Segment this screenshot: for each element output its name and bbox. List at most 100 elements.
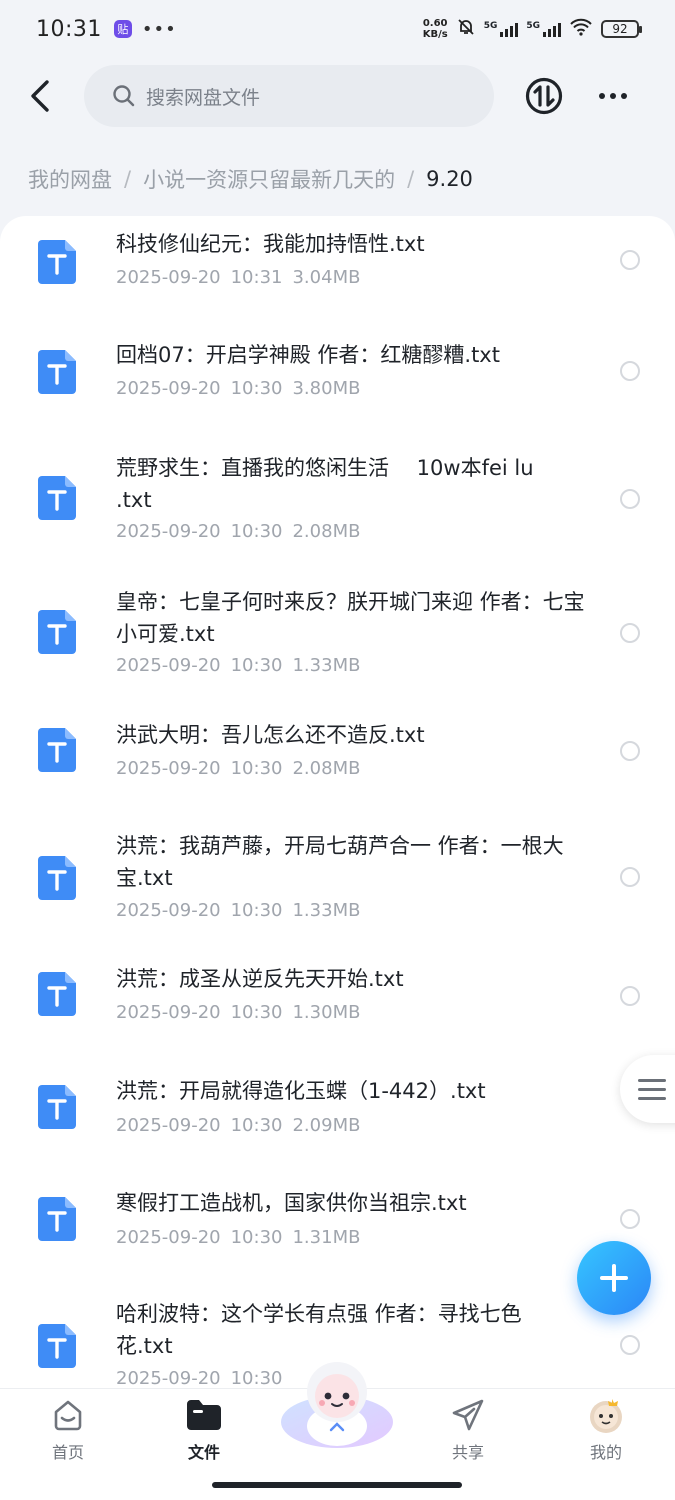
file-date: 2025-09-20 [116,378,221,399]
file-name: 荒野求生：直播我的悠闲生活 10w本fei lu .txt [116,456,534,512]
file-item[interactable]: 洪荒：我葫芦藤，开局七葫芦合一 作者：一根大宝.txt 2025-09-20 10… [0,812,675,958]
file-size: 1.33MB [292,900,361,921]
file-date: 2025-09-20 [116,1002,221,1023]
dot [599,93,605,99]
menu-line [638,1096,666,1100]
file-item[interactable]: 洪荒：开局就得造化玉蝶（1-442）.txt 2025-09-20 10:30 2.… [0,1064,675,1176]
signal-1-label: 5G [483,21,498,31]
plus-icon [600,1264,628,1292]
file-date: 2025-09-20 [116,758,221,779]
breadcrumb-item-folder[interactable]: 小说一资源只留最新几天的 [143,164,395,194]
search-input[interactable]: 搜索网盘文件 [84,65,494,127]
notification-app-icon: 贴 [113,20,132,38]
file-list: 科技修仙纪元：我能加持悟性.txt 2025-09-20 10:31 3.04MB … [0,216,675,1388]
signal-2-icon: 5G [526,21,561,37]
nav-share-label: 共享 [451,1443,484,1462]
file-meta: 2025-09-20 10:30 2.08MB [116,521,370,542]
file-item[interactable]: 洪荒：成圣从逆反先天开始.txt 2025-09-20 10:30 1.30MB [0,958,675,1064]
file-meta: 2025-09-20 10:30 1.33MB [116,900,370,921]
file-size: 2.08MB [292,758,361,779]
file-time: 10:30 [230,758,283,779]
folder-icon [184,1395,224,1435]
select-radio[interactable] [620,1335,640,1355]
transfer-list-button[interactable] [524,76,564,116]
file-time: 10:30 [230,1115,283,1136]
file-time: 10:30 [230,521,283,542]
file-meta: 2025-09-20 10:30 2.09MB [116,1115,370,1136]
txt-file-icon [38,856,76,900]
file-size: 3.80MB [292,378,361,399]
back-arrow-icon [31,80,49,112]
txt-file-icon [38,1197,76,1241]
txt-file-icon [38,972,76,1016]
nav-home-label: 首页 [51,1443,84,1462]
file-time: 10:30 [230,900,283,921]
network-speed: 0.60 KB/s [423,18,448,40]
nav-files-label: 文件 [187,1443,220,1462]
menu-line [638,1087,666,1091]
file-time: 10:30 [230,1002,283,1023]
file-size: 1.31MB [292,1227,361,1248]
file-name: 寒假打工造战机，国家供你当祖宗.txt [116,1191,467,1215]
mute-bell-icon [456,17,476,41]
file-size: 1.33MB [292,655,361,676]
nav-files[interactable]: 文件 [154,1389,254,1469]
send-icon [448,1395,488,1435]
status-time: 10:31 [36,16,102,42]
file-item[interactable]: 洪武大明：吾儿怎么还不造反.txt 2025-09-20 10:30 2.08MB [0,704,675,812]
file-size: 2.09MB [292,1115,361,1136]
select-radio[interactable] [620,250,640,270]
file-item[interactable]: 荒野求生：直播我的悠闲生活 10w本fei lu .txt 2025-09-20… [0,438,675,572]
signal-2-label: 5G [526,21,540,31]
file-size: 1.30MB [292,1002,361,1023]
file-time: 10:30 [230,655,283,676]
file-item[interactable]: 皇帝：七皇子何时来反？朕开城门来迎 作者：七宝小可爱.txt 2025-09-2… [0,572,675,704]
upload-download-icon [525,77,563,115]
file-name: 洪荒：成圣从逆反先天开始.txt [116,967,404,991]
select-radio[interactable] [620,361,640,381]
file-name: 皇帝：七皇子何时来反？朕开城门来迎 作者：七宝小可爱.txt [116,590,585,646]
nav-mine[interactable]: 我的 [556,1389,656,1469]
back-button[interactable] [20,74,60,118]
add-button[interactable] [577,1241,651,1315]
battery-indicator: 92 [601,20,642,38]
breadcrumb-separator: / [407,167,415,191]
txt-file-icon [38,1085,76,1129]
wifi-icon [569,18,593,40]
file-date: 2025-09-20 [116,655,221,676]
select-radio[interactable] [620,867,640,887]
more-options-button[interactable] [592,80,634,112]
file-item[interactable]: 寒假打工造战机，国家供你当祖宗.txt 2025-09-20 10:30 1.31M… [0,1176,675,1288]
breadcrumb-item-root[interactable]: 我的网盘 [28,164,112,194]
avatar [586,1395,626,1435]
nav-share[interactable]: 共享 [418,1389,518,1469]
file-time: 10:30 [230,1368,283,1388]
select-radio[interactable] [620,741,640,761]
menu-line [638,1078,666,1082]
select-radio[interactable] [620,986,640,1006]
search-icon [113,85,135,107]
txt-file-icon [38,728,76,772]
file-item[interactable]: 回档07：开启学神殿 作者：红糖醪糟.txt 2025-09-20 10:30 3.… [0,326,675,438]
nav-home[interactable]: 首页 [18,1389,118,1469]
txt-file-icon [38,350,76,394]
file-name: 洪武大明：吾儿怎么还不造反.txt [116,723,425,747]
txt-file-icon [38,240,76,284]
file-time: 10:30 [230,1227,283,1248]
assistant-mascot-button[interactable] [276,1352,398,1452]
status-indicators: 0.60 KB/s 5G 5G 92 [423,17,642,41]
file-meta: 2025-09-20 10:30 2.08MB [116,758,370,779]
home-indicator[interactable] [212,1482,462,1488]
file-date: 2025-09-20 [116,1227,221,1248]
file-meta: 2025-09-20 10:30 1.33MB [116,655,370,676]
txt-file-icon [38,610,76,654]
select-radio[interactable] [620,623,640,643]
file-size: 3.04MB [292,267,361,288]
file-size: 2.08MB [292,521,361,542]
file-meta: 2025-09-20 10:31 3.04MB [116,267,370,288]
select-radio[interactable] [620,1209,640,1229]
file-item[interactable]: 科技修仙纪元：我能加持悟性.txt 2025-09-20 10:31 3.04MB [0,216,675,326]
file-date: 2025-09-20 [116,900,221,921]
select-radio[interactable] [620,489,640,509]
txt-file-icon [38,1324,76,1368]
